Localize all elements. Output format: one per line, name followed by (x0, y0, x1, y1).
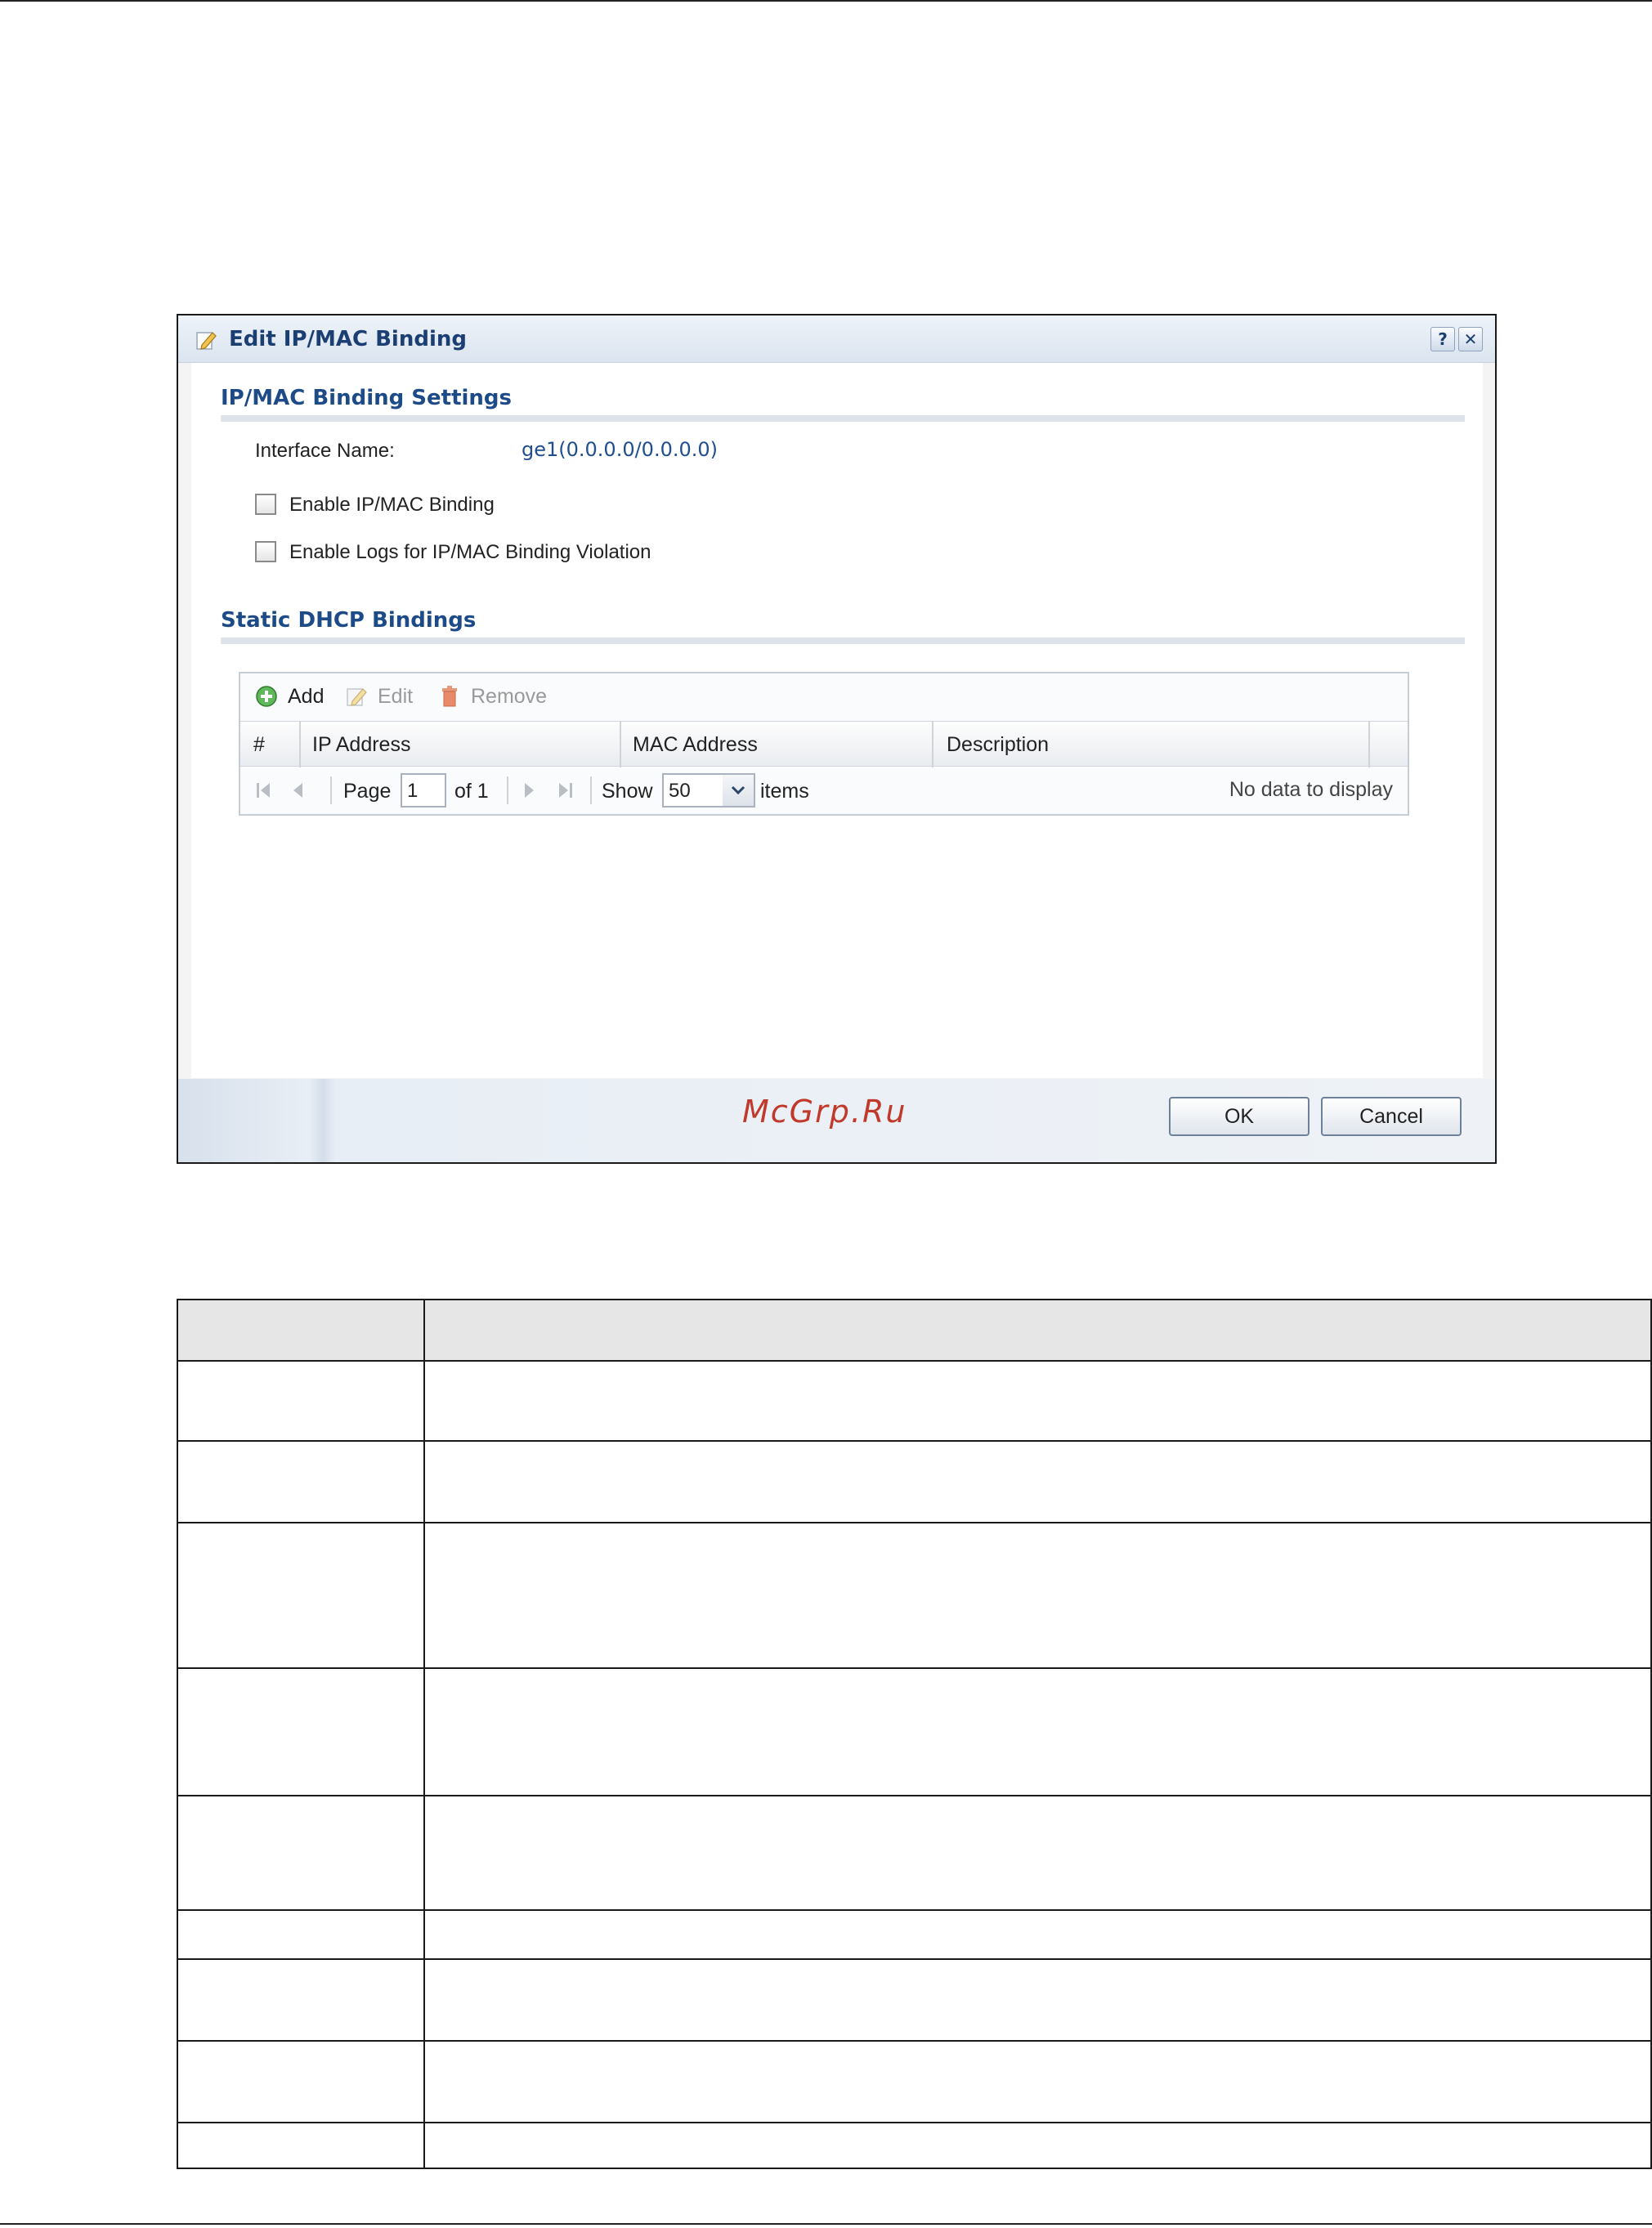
table-row (177, 1440, 1652, 1523)
page-bottom-rule (0, 2223, 1652, 2225)
items-label: items (760, 780, 809, 803)
pager-separator (507, 776, 508, 804)
table-cell (177, 1667, 425, 1796)
table-cell (177, 2040, 425, 2123)
table-cell (177, 1909, 425, 1960)
enable-binding-checkbox[interactable] (255, 494, 276, 515)
cancel-button[interactable]: Cancel (1321, 1097, 1462, 1136)
table-header-cell (423, 1299, 1652, 1362)
remove-button[interactable]: Remove (471, 685, 547, 709)
pencil-icon[interactable] (345, 685, 368, 708)
table-cell (423, 2122, 1652, 2169)
no-data-message: No data to display (1229, 778, 1393, 801)
watermark-text: McGrp.Ru (742, 1094, 907, 1130)
grid-header-row: # IP Address MAC Address Description (240, 721, 1408, 767)
edit-ip-mac-binding-dialog: Edit IP/MAC Binding ? ✕ IP/MAC Binding S… (177, 314, 1497, 1164)
bindings-grid: Add Edit Remove # IP Address MAC Address… (239, 672, 1409, 816)
pager-separator (590, 776, 592, 804)
table-cell (177, 2122, 425, 2169)
table-cell (177, 1795, 425, 1911)
table-cell (423, 1958, 1652, 2042)
last-page-icon[interactable] (554, 780, 575, 801)
field-description-table (177, 1299, 1652, 2169)
previous-page-icon[interactable] (288, 780, 309, 801)
page-number-input[interactable]: 1 (401, 773, 446, 808)
table-row (177, 1360, 1652, 1442)
chevron-down-icon (731, 785, 745, 795)
table-row (177, 1958, 1652, 2042)
table-header-row (177, 1299, 1652, 1362)
column-separator (299, 722, 301, 767)
column-separator (932, 722, 933, 767)
grid-toolbar: Add Edit Remove (240, 673, 1408, 721)
plus-circle-icon[interactable] (255, 685, 278, 708)
table-cell (177, 1958, 425, 2042)
table-header-cell (177, 1299, 425, 1362)
page-count-label: of 1 (454, 780, 489, 803)
interface-name-label: Interface Name: (255, 440, 395, 462)
table-cell (177, 1360, 425, 1442)
table-cell (423, 1667, 1652, 1796)
table-row (177, 1667, 1652, 1796)
table-row (177, 1522, 1652, 1669)
table-cell (177, 1440, 425, 1523)
grid-pager: Page 1 of 1 Show 50 items No data to dis… (240, 767, 1408, 814)
table-row (177, 2040, 1652, 2123)
ok-button[interactable]: OK (1169, 1097, 1310, 1136)
column-header-description[interactable]: Description (947, 733, 1049, 757)
table-cell (423, 1909, 1652, 1960)
table-cell (423, 1360, 1652, 1442)
page-label: Page (343, 780, 392, 803)
trash-icon[interactable] (438, 685, 461, 708)
table-cell (423, 1522, 1652, 1669)
section-divider (221, 638, 1465, 644)
pager-separator (330, 776, 332, 804)
pencil-icon (196, 332, 217, 350)
column-header-ip-address[interactable]: IP Address (312, 733, 410, 757)
add-button[interactable]: Add (288, 685, 324, 709)
table-row (177, 1795, 1652, 1911)
section-title-bindings: Static DHCP Bindings (221, 608, 477, 633)
next-page-icon[interactable] (518, 780, 539, 801)
dialog-titlebar: Edit IP/MAC Binding ? ✕ (178, 315, 1495, 363)
column-header-number[interactable]: # (253, 733, 265, 757)
first-page-icon[interactable] (253, 780, 275, 801)
column-separator (1368, 722, 1370, 767)
table-cell (423, 1440, 1652, 1523)
table-row (177, 2122, 1652, 2169)
interface-name-value: ge1(0.0.0.0/0.0.0.0) (522, 438, 719, 461)
close-button[interactable]: ✕ (1458, 327, 1483, 351)
table-cell (423, 2040, 1652, 2123)
dialog-title: Edit IP/MAC Binding (229, 327, 468, 351)
page-size-dropdown-button[interactable] (723, 773, 755, 808)
section-divider (221, 415, 1465, 422)
column-header-mac-address[interactable]: MAC Address (633, 733, 758, 757)
table-cell (423, 1795, 1652, 1911)
column-separator (620, 722, 621, 767)
page-size-select[interactable]: 50 (662, 773, 724, 808)
edit-button[interactable]: Edit (378, 685, 413, 709)
dialog-footer: McGrp.Ru OK Cancel (178, 1079, 1495, 1162)
table-cell (177, 1522, 425, 1669)
show-label: Show (602, 780, 653, 803)
section-title-settings: IP/MAC Binding Settings (221, 386, 513, 410)
help-button[interactable]: ? (1430, 327, 1455, 351)
enable-logs-label: Enable Logs for IP/MAC Binding Violation (289, 541, 651, 563)
enable-binding-label: Enable IP/MAC Binding (289, 494, 495, 516)
table-row (177, 1909, 1652, 1960)
page-top-rule (0, 0, 1652, 2)
enable-logs-checkbox[interactable] (255, 541, 276, 562)
